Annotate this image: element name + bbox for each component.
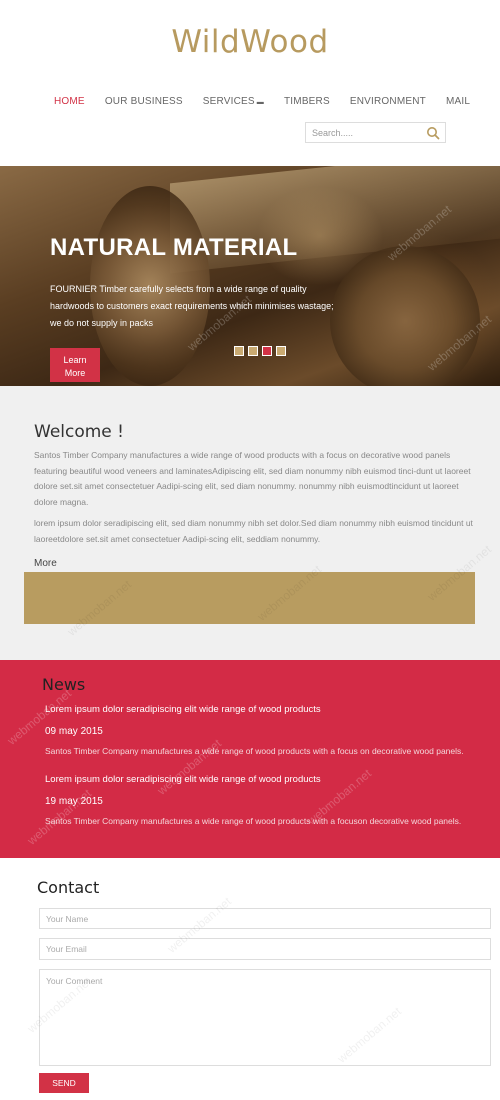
learn-more-label-1: Learn [63,355,87,365]
nav-item-our-business[interactable]: OUR BUSINESS [105,96,183,107]
comment-field[interactable] [39,969,491,1066]
search-box [305,122,446,143]
site-header: WildWood HOME OUR BUSINESS SERVICES ▬ TIM… [0,0,500,166]
gold-banner [24,572,475,624]
nav-item-services[interactable]: SERVICES ▬ [203,96,264,107]
hero-slider: NATURAL MATERIAL FOURNIER Timber careful… [0,166,500,386]
site-logo[interactable]: WildWood [0,24,500,60]
search-input[interactable] [312,126,422,140]
learn-more-label-2: More [64,368,86,378]
slider-dot-active[interactable] [262,346,272,356]
hero-title: NATURAL MATERIAL [50,234,298,261]
more-link[interactable]: More [34,558,57,569]
nav-item-home[interactable]: HOME [54,96,85,107]
welcome-paragraph: lorem ipsum dolor seradipiscing elit, se… [34,518,473,544]
news-item-date: 09 may 2015 [45,726,103,737]
news-section: News Lorem ipsum dolor seradipiscing eli… [0,660,500,858]
news-item-text: Santos Timber Company manufactures a wid… [45,746,464,756]
email-field[interactable] [39,938,491,960]
name-field[interactable] [39,908,491,929]
hero-image-log [330,246,480,386]
slider-dot[interactable] [276,346,286,356]
send-button[interactable]: SEND [39,1073,89,1093]
learn-more-button[interactable]: Learn More [50,348,100,382]
dropdown-icon: ▬ [256,99,264,106]
watermark-text: webmoban.net [4,686,75,748]
nav-item-services-label: SERVICES [202,96,255,107]
news-item-date: 19 may 2015 [45,796,103,807]
slider-dots [234,346,286,356]
welcome-section: Welcome ! Santos Timber Company manufact… [0,386,500,660]
contact-title: Contact [37,878,100,897]
welcome-title: Welcome ! [34,422,124,442]
slider-dot[interactable] [234,346,244,356]
main-nav: HOME OUR BUSINESS SERVICES ▬ TIMBERS ENVI… [54,96,490,107]
news-item-text: Santos Timber Company manufactures a wid… [45,816,462,826]
welcome-paragraph: Santos Timber Company manufactures a wid… [34,450,471,507]
nav-item-mail[interactable]: MAIL [446,96,470,107]
news-item-title[interactable]: Lorem ipsum dolor seradipiscing elit wid… [45,774,321,785]
news-item-title[interactable]: Lorem ipsum dolor seradipiscing elit wid… [45,704,321,715]
contact-section: Contact SEND webmoban.net webmoban.net w… [0,858,500,1100]
slider-dot[interactable] [248,346,258,356]
hero-text: FOURNIER Timber carefully selects from a… [50,284,334,328]
nav-item-environment[interactable]: ENVIRONMENT [350,96,426,107]
nav-item-timbers[interactable]: TIMBERS [284,96,330,107]
news-title: News [42,675,86,694]
search-icon[interactable] [426,126,440,140]
